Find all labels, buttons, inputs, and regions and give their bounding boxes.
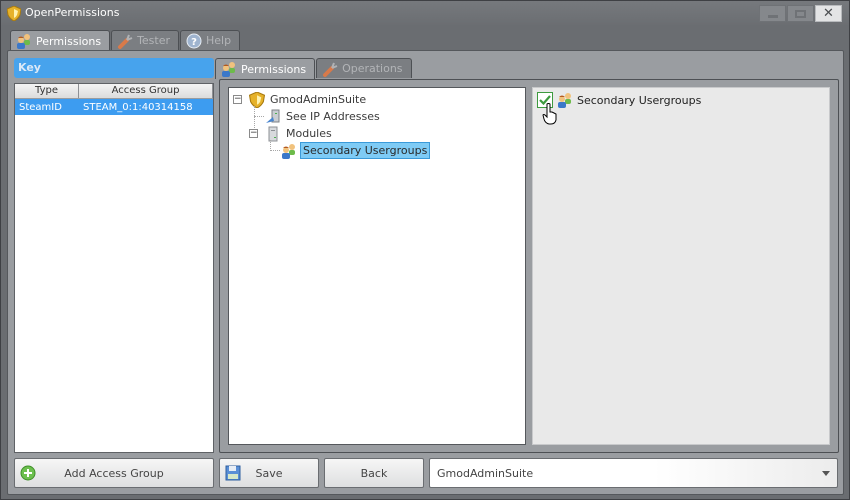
tree-node-secondary-usergroups[interactable]: Secondary Usergroups [281, 142, 431, 159]
inner-tab-bar: Permissions Operations [215, 58, 413, 79]
cell-access-group: STEAM_0:1:40314158 [83, 101, 193, 113]
node-label: Secondary Usergroups [300, 142, 431, 159]
maximize-icon [795, 9, 806, 18]
list-header: Type Access Group [15, 84, 213, 99]
cell-type: SteamID [19, 101, 62, 113]
tree-line [254, 116, 264, 117]
chevron-down-icon [822, 471, 830, 476]
tree-node-see-ip[interactable]: See IP Addresses [265, 108, 382, 125]
shield-icon [7, 6, 21, 21]
list-row[interactable]: SteamID STEAM_0:1:40314158 [15, 99, 213, 115]
hand-cursor-icon [542, 103, 557, 125]
users-icon [222, 62, 235, 77]
button-label: Back [360, 466, 388, 480]
top-tab-bar: Permissions Tester ? Help [10, 30, 241, 51]
shield-icon [249, 91, 265, 108]
svg-text:?: ? [191, 37, 197, 48]
permission-item[interactable]: Secondary Usergroups [537, 92, 701, 108]
users-icon [17, 34, 30, 49]
collapse-toggle-root[interactable]: − [233, 95, 242, 104]
users-icon [558, 93, 571, 108]
tab-label: Permissions [241, 62, 307, 76]
back-button[interactable]: Back [324, 458, 424, 488]
tree-node-root[interactable]: GmodAdminSuite [249, 91, 368, 108]
node-label: GmodAdminSuite [270, 93, 367, 106]
addon-select[interactable]: GmodAdminSuite [429, 458, 838, 488]
column-header-type[interactable]: Type [15, 84, 79, 98]
selected-value: GmodAdminSuite [437, 466, 534, 480]
access-group-list[interactable]: Type Access Group SteamID STEAM_0:1:4031… [14, 83, 214, 453]
minimize-button[interactable] [759, 5, 786, 22]
tab-label: Tester [137, 34, 171, 47]
node-label: Modules [286, 127, 332, 140]
node-label: See IP Addresses [286, 110, 380, 123]
collapse-toggle-modules[interactable]: − [249, 129, 258, 138]
floppy-disk-icon [225, 465, 241, 481]
users-icon [282, 143, 295, 159]
wrench-icon [323, 62, 338, 77]
tab-label: Permissions [36, 34, 102, 48]
maximize-button[interactable] [787, 5, 814, 22]
minimize-icon [767, 15, 778, 18]
window-title: OpenPermissions [25, 6, 120, 19]
column-header-access-group[interactable]: Access Group [79, 84, 213, 98]
tab-operations[interactable]: Operations [316, 58, 412, 78]
permission-tree[interactable]: − GmodAdminSuite See IP Addresses − Modu… [228, 87, 526, 445]
button-label: Save [255, 466, 283, 480]
network-icon [266, 109, 280, 123]
close-icon: ✕ [823, 6, 834, 21]
tab-label: Help [206, 34, 232, 47]
inner-permissions-panel: − GmodAdminSuite See IP Addresses − Modu… [219, 79, 839, 453]
help-icon: ? [186, 33, 202, 48]
server-icon [268, 126, 278, 141]
wrench-icon [118, 34, 133, 49]
close-button[interactable]: ✕ [815, 5, 842, 22]
tab-help[interactable]: ? Help [180, 30, 241, 50]
tab-label: Operations [342, 62, 403, 75]
button-label: Add Access Group [64, 466, 164, 480]
tree-node-modules[interactable]: Modules [265, 125, 334, 142]
tree-line [270, 150, 280, 151]
tab-inner-permissions[interactable]: Permissions [215, 58, 316, 79]
plus-circle-icon [20, 465, 36, 481]
app-window: OpenPermissions ✕ Permissions Tester ? H… [0, 0, 850, 500]
permission-detail-panel: Secondary Usergroups [532, 87, 830, 445]
save-button[interactable]: Save [219, 458, 319, 488]
tab-tester[interactable]: Tester [111, 30, 180, 50]
title-bar[interactable]: OpenPermissions ✕ [1, 1, 849, 25]
add-access-group-button[interactable]: Add Access Group [14, 458, 214, 488]
key-header: Key [14, 58, 214, 78]
permission-label: Secondary Usergroups [577, 93, 702, 107]
tab-permissions[interactable]: Permissions [10, 30, 111, 51]
